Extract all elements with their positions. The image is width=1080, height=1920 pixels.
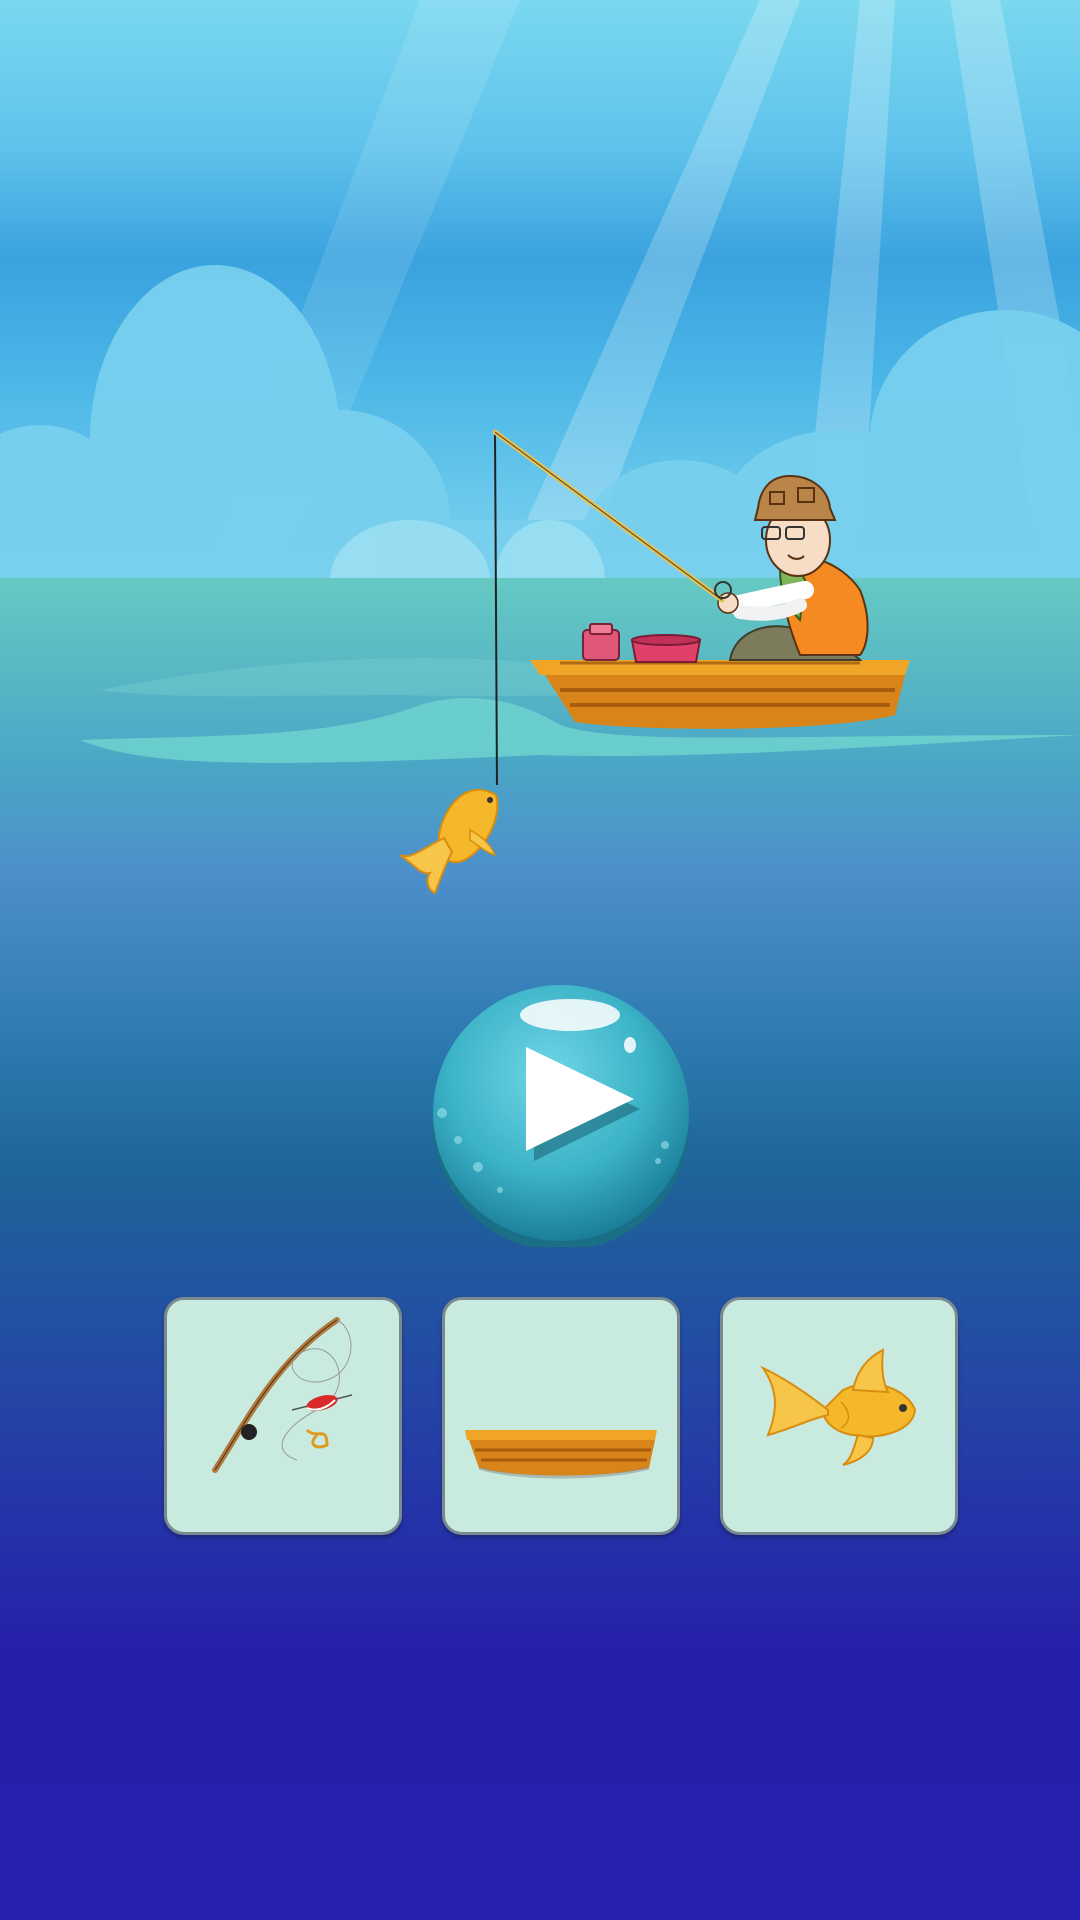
play-button[interactable]: [430, 985, 692, 1251]
boat-icon: [465, 1430, 657, 1479]
boat-icon: [530, 660, 910, 729]
goldfish-icon: [399, 789, 499, 895]
item-card-boat[interactable]: [442, 1297, 680, 1535]
bucket-icon: [630, 634, 702, 663]
fishing-scene: [80, 429, 1080, 895]
thermos-icon: [582, 623, 620, 661]
goldfish-icon: [760, 1348, 917, 1466]
item-card-fishing-rod[interactable]: [164, 1297, 402, 1535]
fisherman-icon: [717, 474, 869, 661]
fishing-rod-icon: [212, 1317, 353, 1473]
fishing-rod-icon: [492, 429, 732, 603]
item-card-goldfish[interactable]: [720, 1297, 958, 1535]
play-icon: [433, 985, 689, 1251]
